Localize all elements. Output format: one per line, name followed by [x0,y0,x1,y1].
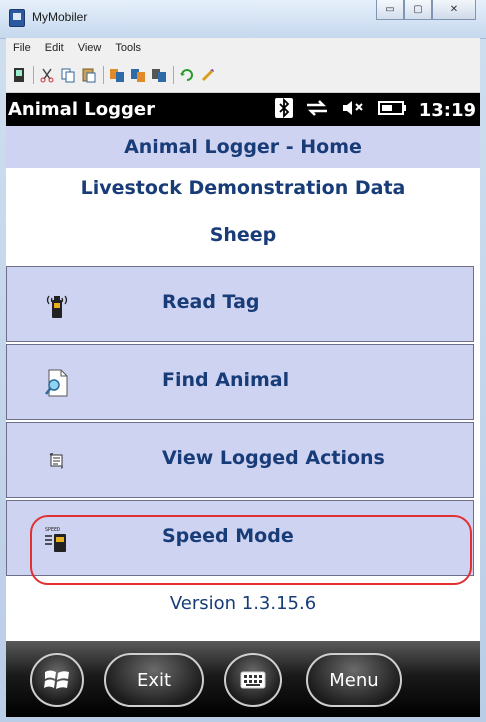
mymobiler-window: MyMobiler ▭ ▢ ✕ File Edit View Tools Ani… [0,0,486,722]
rfid-reader-icon [43,291,71,319]
phone-screen: Animal Logger 13:19 Animal Logger - Home… [6,93,480,717]
menu-file[interactable]: File [6,42,38,54]
caption-buttons: ▭ ▢ ✕ [376,0,476,22]
keyboard-button[interactable] [224,653,282,707]
title-bar: MyMobiler ▭ ▢ ✕ [0,0,486,39]
toolbar [6,58,480,93]
battery-icon [377,98,407,123]
paste-icon[interactable] [81,67,97,83]
find-animal-button[interactable]: Find Animal [6,344,474,420]
refresh-icon[interactable] [179,67,195,83]
window-title: MyMobiler [32,10,88,24]
version-label: Version 1.3.15.6 [169,593,317,614]
start-button[interactable] [30,653,84,707]
mymobiler-app-icon [9,9,25,27]
toolbar-separator [33,66,34,84]
windows-logo-icon [44,670,69,689]
search-document-icon [43,369,71,397]
copy-icon[interactable] [60,67,76,83]
status-icons: 13:19 [274,97,476,123]
status-bar: Animal Logger 13:19 [6,93,480,126]
bluetooth-icon [274,97,293,123]
menu-softkey[interactable]: Menu [306,653,402,707]
menu-edit[interactable]: Edit [38,42,71,54]
menu-item-label: Read Tag [162,291,260,313]
page-title: Animal Logger - Home [6,126,480,168]
data-connection-icon [305,98,329,123]
view-logged-actions-button[interactable]: View Logged Actions [6,422,474,498]
minimize-button[interactable]: ▭ [376,0,404,20]
speed-mode-highlight [30,515,472,585]
menu-bar: File Edit View Tools [6,38,480,58]
cut-icon[interactable] [39,67,55,83]
menu-item-label: View Logged Actions [162,447,385,469]
device-icon[interactable] [11,67,27,83]
read-tag-button[interactable]: Read Tag [6,266,474,342]
speaker-muted-icon [341,98,365,123]
transfer-icon[interactable] [151,67,167,83]
toolbar-separator [103,66,104,84]
maximize-button[interactable]: ▢ [404,0,432,20]
transfer-icon[interactable] [109,67,125,83]
close-button[interactable]: ✕ [432,0,476,20]
dataset-name: Livestock Demonstration Data [80,177,406,199]
status-clock: 13:19 [418,100,476,121]
menu-tools[interactable]: Tools [108,42,148,54]
toolbar-separator [173,66,174,84]
exit-softkey[interactable]: Exit [104,653,204,707]
transfer-icon[interactable] [130,67,146,83]
menu-view[interactable]: View [71,42,109,54]
keyboard-icon [240,671,266,689]
status-app-name: Animal Logger [8,99,155,120]
tools-icon[interactable] [200,67,216,83]
log-scroll-icon [43,447,71,475]
menu-item-label: Find Animal [162,369,290,391]
species-label: Sheep [209,224,277,246]
soft-key-bar: Exit Menu [6,641,480,717]
